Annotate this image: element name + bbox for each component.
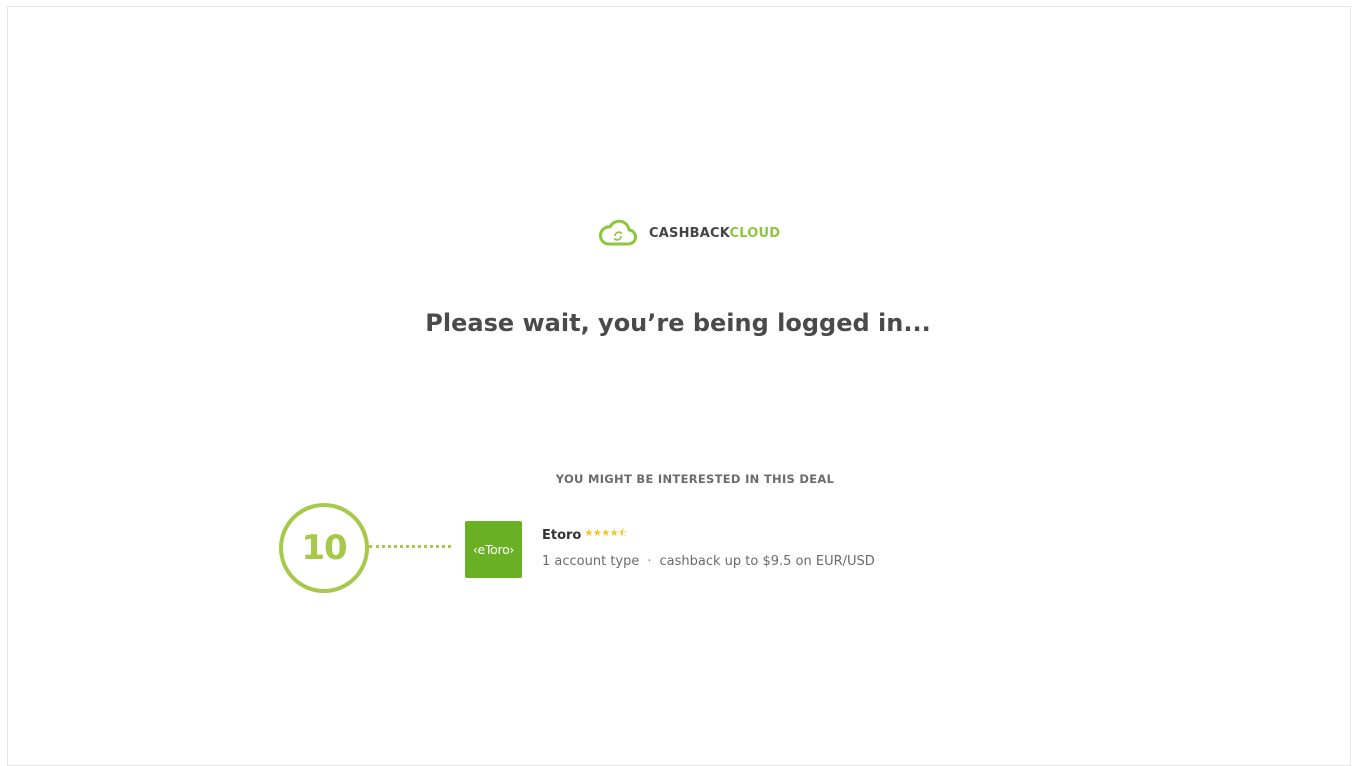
- cashbackcloud-logo: CASHBACKCLOUD: [599, 218, 780, 248]
- step-number-badge: 10: [279, 503, 369, 593]
- deal-section-heading: YOU MIGHT BE INTERESTED IN THIS DEAL: [555, 472, 835, 486]
- page-frame: [7, 6, 1351, 766]
- meta-separator: ·: [647, 554, 652, 569]
- rating-stars-icon: ★★★★⯪: [584, 528, 628, 539]
- step-number: 10: [301, 528, 347, 568]
- etoro-logo[interactable]: ‹eToro›: [465, 521, 522, 578]
- logo-wordmark: CASHBACKCLOUD: [649, 226, 780, 241]
- logo-wordmark-part1: CASHBACK: [649, 225, 730, 241]
- page-title: Please wait, you’re being logged in...: [425, 309, 931, 337]
- logo-wordmark-part2: CLOUD: [729, 225, 781, 241]
- dotted-connector: [369, 545, 451, 548]
- cashback-info: cashback up to $9.5 on EUR/USD: [659, 554, 875, 569]
- cloud-sync-icon: [599, 219, 637, 246]
- etoro-logo-text: ‹eToro›: [472, 542, 515, 557]
- account-types: 1 account type: [542, 554, 640, 569]
- deal-info: Etoro ★★★★⯪ 1 account type · cashback up…: [542, 528, 875, 569]
- deal-meta: 1 account type · cashback up to $9.5 on …: [542, 554, 875, 569]
- deal-title-row: Etoro ★★★★⯪: [542, 528, 875, 546]
- deal-card[interactable]: ‹eToro› Etoro ★★★★⯪ 1 account type · cas…: [465, 521, 875, 578]
- deal-name-link[interactable]: Etoro: [542, 528, 581, 543]
